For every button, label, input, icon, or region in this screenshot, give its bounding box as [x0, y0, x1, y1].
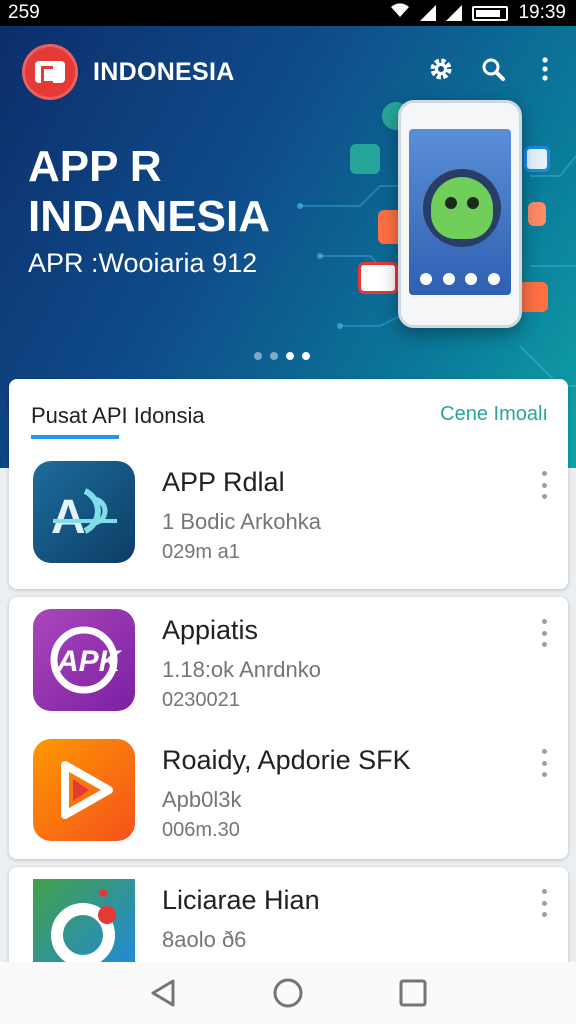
- app-title: APP Rdlal: [162, 467, 285, 497]
- search-icon[interactable]: [478, 54, 508, 84]
- more-options-icon[interactable]: [538, 619, 550, 647]
- svg-text:APK: APK: [56, 645, 123, 678]
- app-section-card: Pusat API Idonsia Cene Imoalı A APP Rdla…: [9, 379, 568, 589]
- app-meta: 0230021: [162, 689, 240, 711]
- floating-app-icon: [350, 144, 380, 174]
- app-list-card: Liciarae Hian 8aolo ð6: [9, 867, 568, 977]
- status-bar: 259 19:39: [0, 0, 576, 26]
- app-title: Liciarae Hian: [162, 885, 320, 915]
- app-list-item[interactable]: A APP Rdlal 1 Bodic Arkohka 029m a1: [9, 451, 568, 563]
- hero-title-line1: APP R: [28, 142, 162, 191]
- section-title: Pusat API Idonsia: [31, 403, 205, 428]
- svg-text:A: A: [51, 491, 86, 544]
- app-meta: 006m.30: [162, 819, 240, 841]
- status-time: 19:39: [518, 2, 566, 23]
- app-subtitle: 1 Bodic Arkohka: [162, 509, 321, 534]
- more-options-icon[interactable]: [538, 889, 550, 917]
- carousel-dot[interactable]: [270, 352, 278, 360]
- wifi-icon: [390, 2, 410, 24]
- overflow-menu-icon[interactable]: [530, 54, 560, 84]
- carousel-indicator[interactable]: [254, 352, 310, 360]
- more-options-icon[interactable]: [538, 471, 550, 499]
- hero-title: APP R INDANESIA: [28, 142, 270, 242]
- app-list-item[interactable]: Roaidy, Apdorie SFK Apb0l3k 006m.30: [9, 729, 568, 841]
- carousel-dot[interactable]: [302, 352, 310, 360]
- app-list-item[interactable]: Liciarae Hian 8aolo ð6: [9, 869, 568, 977]
- floating-app-icon: [528, 202, 546, 226]
- section-header: Pusat API Idonsia Cene Imoalı: [9, 379, 568, 441]
- toolbar-actions: [426, 54, 560, 84]
- apk-logo-icon: APK: [33, 609, 135, 711]
- home-icon[interactable]: [268, 973, 308, 1013]
- battery-icon: [472, 5, 509, 21]
- more-options-icon[interactable]: [538, 749, 550, 777]
- carousel-dot-active[interactable]: [286, 352, 294, 360]
- settings-icon[interactable]: [426, 54, 456, 84]
- app-list-item[interactable]: APK Appiatis 1.18:ok Anrdnko 0230021: [9, 599, 568, 711]
- signal-icon-2: [446, 5, 463, 21]
- app-subtitle: 1.18:ok Anrdnko: [162, 657, 322, 682]
- hero-subtitle: APR :Wooiaria 912: [28, 248, 258, 278]
- floating-app-icon: [518, 282, 548, 312]
- floating-app-icon: [358, 262, 398, 294]
- recents-icon[interactable]: [393, 973, 433, 1013]
- see-all-link[interactable]: Cene Imoalı: [440, 403, 548, 426]
- app-list-card: APK Appiatis 1.18:ok Anrdnko 0230021 Roa…: [9, 597, 568, 859]
- app-title: Roaidy, Apdorie SFK: [162, 745, 411, 775]
- status-number: 259: [8, 2, 40, 23]
- app-meta: 029m a1: [162, 541, 240, 563]
- back-icon[interactable]: [143, 973, 183, 1013]
- phone-illustration: [398, 100, 522, 328]
- section-tab-indicator: [31, 435, 119, 439]
- mascot-icon: [431, 177, 493, 239]
- app-title: Appiatis: [162, 615, 259, 645]
- app-name: INDONESIA: [93, 58, 235, 86]
- ap-logo-icon: A: [33, 461, 135, 563]
- status-icons: 19:39: [390, 2, 566, 24]
- play-logo-icon: [33, 739, 135, 841]
- signal-icon: [420, 5, 437, 21]
- floating-app-icon: [524, 146, 550, 172]
- carousel-dot[interactable]: [254, 352, 262, 360]
- app-logo[interactable]: [22, 44, 78, 100]
- hero-title-line2: INDANESIA: [28, 192, 271, 241]
- app-subtitle: Apb0l3k: [162, 787, 242, 812]
- app-subtitle: 8aolo ð6: [162, 927, 247, 952]
- system-nav-bar: [0, 962, 576, 1024]
